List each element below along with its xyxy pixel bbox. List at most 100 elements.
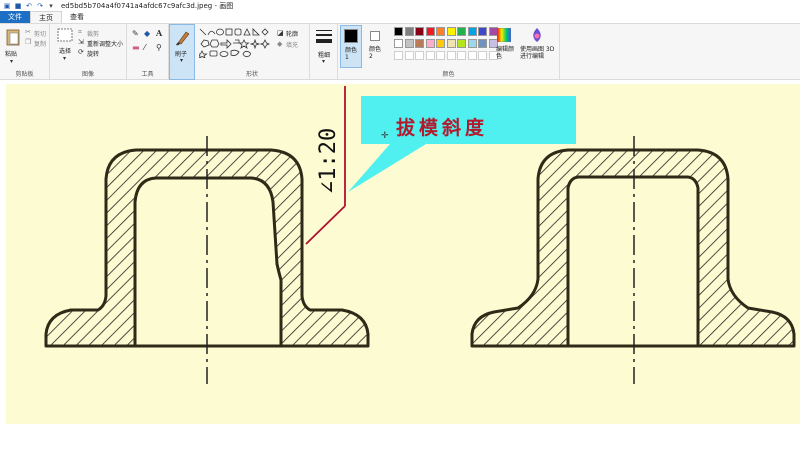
workspace: ✛ 拔模斜度 ∠1:20 [0,80,800,450]
tab-view[interactable]: 查看 [62,11,92,23]
tools-group-label: 工具 [141,71,154,78]
palette-swatch[interactable] [446,27,456,36]
image-group-label: 图像 [81,71,94,78]
palette-empty-swatch[interactable] [478,51,487,60]
ribbon-tabs: 文件 主页 查看 [0,11,800,23]
image-group: 选择 ▾ ⌗ 裁剪 ⇲ 重新调整大小 ⟳ 旋转 图像 [50,24,127,80]
brushes-dropdown-icon[interactable]: ▾ [180,57,183,65]
copy-button[interactable]: 复制 [34,39,46,48]
palette-swatch[interactable] [467,39,477,48]
palette-swatch[interactable] [446,39,456,48]
palette-swatch[interactable] [394,39,403,48]
resize-button[interactable]: 重新调整大小 [87,39,123,48]
fill-button[interactable]: 填充 [286,40,298,49]
colors-group-label: 颜色 [442,71,455,78]
palette-swatch[interactable] [404,39,414,48]
right-section-view [470,136,796,384]
crop-icon[interactable]: ⌗ [78,28,82,36]
color2-swatch [370,31,380,41]
ribbon: 粘贴 ▾ ✂ 剪切 ❐ 复制 剪贴板 选择 ▾ ⌗ 裁剪 ⇲ 重新调整大小 ⟳ … [0,23,800,80]
palette-empty-swatch[interactable] [415,51,424,60]
shapes-gallery[interactable] [199,28,271,58]
palette-swatch[interactable] [425,27,435,36]
resize-icon[interactable]: ⇲ [78,38,84,46]
image-canvas[interactable]: ✛ 拔模斜度 ∠1:20 [6,84,800,424]
paste-dropdown-icon[interactable]: ▾ [10,58,13,66]
edit-colors-button[interactable]: 编辑颜色 [496,46,514,60]
clipboard-group: 粘贴 ▾ ✂ 剪切 ❐ 复制 剪贴板 [0,24,50,80]
palette-swatch[interactable] [478,27,487,36]
callout-text: 拔模斜度 [396,117,489,139]
select-icon[interactable] [57,28,73,42]
color-picker-icon[interactable]: ⁄ [144,44,145,52]
palette-swatch[interactable] [404,27,414,36]
palette-swatch[interactable] [478,39,487,48]
paint3d-icon[interactable] [530,27,544,43]
palette-swatch[interactable] [457,39,466,48]
tab-home[interactable]: 主页 [30,11,62,23]
paint-window: ▣ ■ ↶ ↷ ▾ ed5bd5b704a4f0741a4afdc67c9afc… [0,0,800,450]
brush-icon [176,31,190,46]
palette-empty-swatch[interactable] [436,51,445,60]
crop-button[interactable]: 裁剪 [87,29,99,38]
tools-group: ✎ ◆ A ▬ ⁄ ⚲ 工具 [127,24,169,80]
fill-shape-icon[interactable]: ◆ [277,40,282,48]
palette-empty-swatch[interactable] [446,51,456,60]
taper-leader-line [305,205,346,245]
palette-swatch[interactable] [394,27,403,36]
redo-icon[interactable]: ↷ [36,2,44,10]
paste-button[interactable]: 粘贴 [5,49,17,58]
palette-empty-swatch[interactable] [394,51,403,60]
palette-swatch[interactable] [467,27,477,36]
palette-empty-swatch[interactable] [425,51,435,60]
clipboard-group-label: 剪贴板 [15,71,34,78]
paste-icon[interactable] [6,28,20,46]
edit-colors-icon[interactable] [497,28,511,42]
quick-access-dropdown-icon[interactable]: ▾ [47,2,55,10]
rotate-icon[interactable]: ⟳ [78,48,84,56]
shapes-group: ◪ 轮廓 ◆ 填充 形状 [195,24,310,80]
palette-swatch[interactable] [415,39,424,48]
palette-swatch[interactable] [436,39,445,48]
brushes-button[interactable]: 刷子 ▾ [169,24,195,80]
palette-empty-swatch[interactable] [457,51,466,60]
mouse-cursor-icon: ✛ [381,131,389,141]
size-button[interactable]: 粗细 ▾ [310,24,338,80]
color1-label: 颜色 1 [345,47,358,61]
color2-label: 颜色 2 [369,46,382,60]
palette-empty-swatch[interactable] [467,51,477,60]
undo-icon[interactable]: ↶ [25,2,33,10]
size-lines-icon [316,30,332,43]
cut-icon[interactable]: ✂ [25,28,31,36]
palette-empty-swatch[interactable] [404,51,414,60]
paint-app-icon: ▣ [3,1,11,10]
outline-button[interactable]: 轮廓 [286,29,298,38]
color1-swatch [344,29,358,43]
tab-file[interactable]: 文件 [0,11,30,23]
select-button[interactable]: 选择 [59,46,71,55]
title-bar: ▣ ■ ↶ ↷ ▾ ed5bd5b704a4f0741a4afdc67c9afc… [0,0,800,11]
paint3d-button[interactable]: 使用画图 3D 进行编辑 [520,46,560,60]
eraser-icon[interactable]: ▬ [132,44,140,52]
taper-annotation: ∠1:20 [316,127,341,194]
magnifier-icon[interactable]: ⚲ [156,44,162,52]
pencil-icon[interactable]: ✎ [132,30,139,38]
outline-icon[interactable]: ◪ [277,29,284,37]
rotate-button[interactable]: 旋转 [87,49,99,58]
palette-swatch[interactable] [415,27,424,36]
palette-swatch[interactable] [457,27,466,36]
shapes-group-label: 形状 [245,71,258,78]
palette-swatch[interactable] [436,27,445,36]
copy-icon[interactable]: ❐ [25,38,31,46]
select-dropdown-icon[interactable]: ▾ [63,55,66,63]
window-title: ed5bd5b704a4f0741a4afdc67c9afc3d.jpeg - … [61,1,234,10]
text-tool-icon[interactable]: A [156,29,162,37]
right-part-hatched-section [470,148,796,348]
palette-swatch[interactable] [425,39,435,48]
size-dropdown-icon[interactable]: ▾ [322,58,325,66]
save-icon[interactable]: ■ [14,2,22,10]
cut-button[interactable]: 剪切 [34,29,46,38]
fill-icon[interactable]: ◆ [144,30,150,38]
color1-button[interactable]: 颜色 1 [340,25,362,68]
color2-button[interactable]: 颜色 2 [365,25,387,68]
